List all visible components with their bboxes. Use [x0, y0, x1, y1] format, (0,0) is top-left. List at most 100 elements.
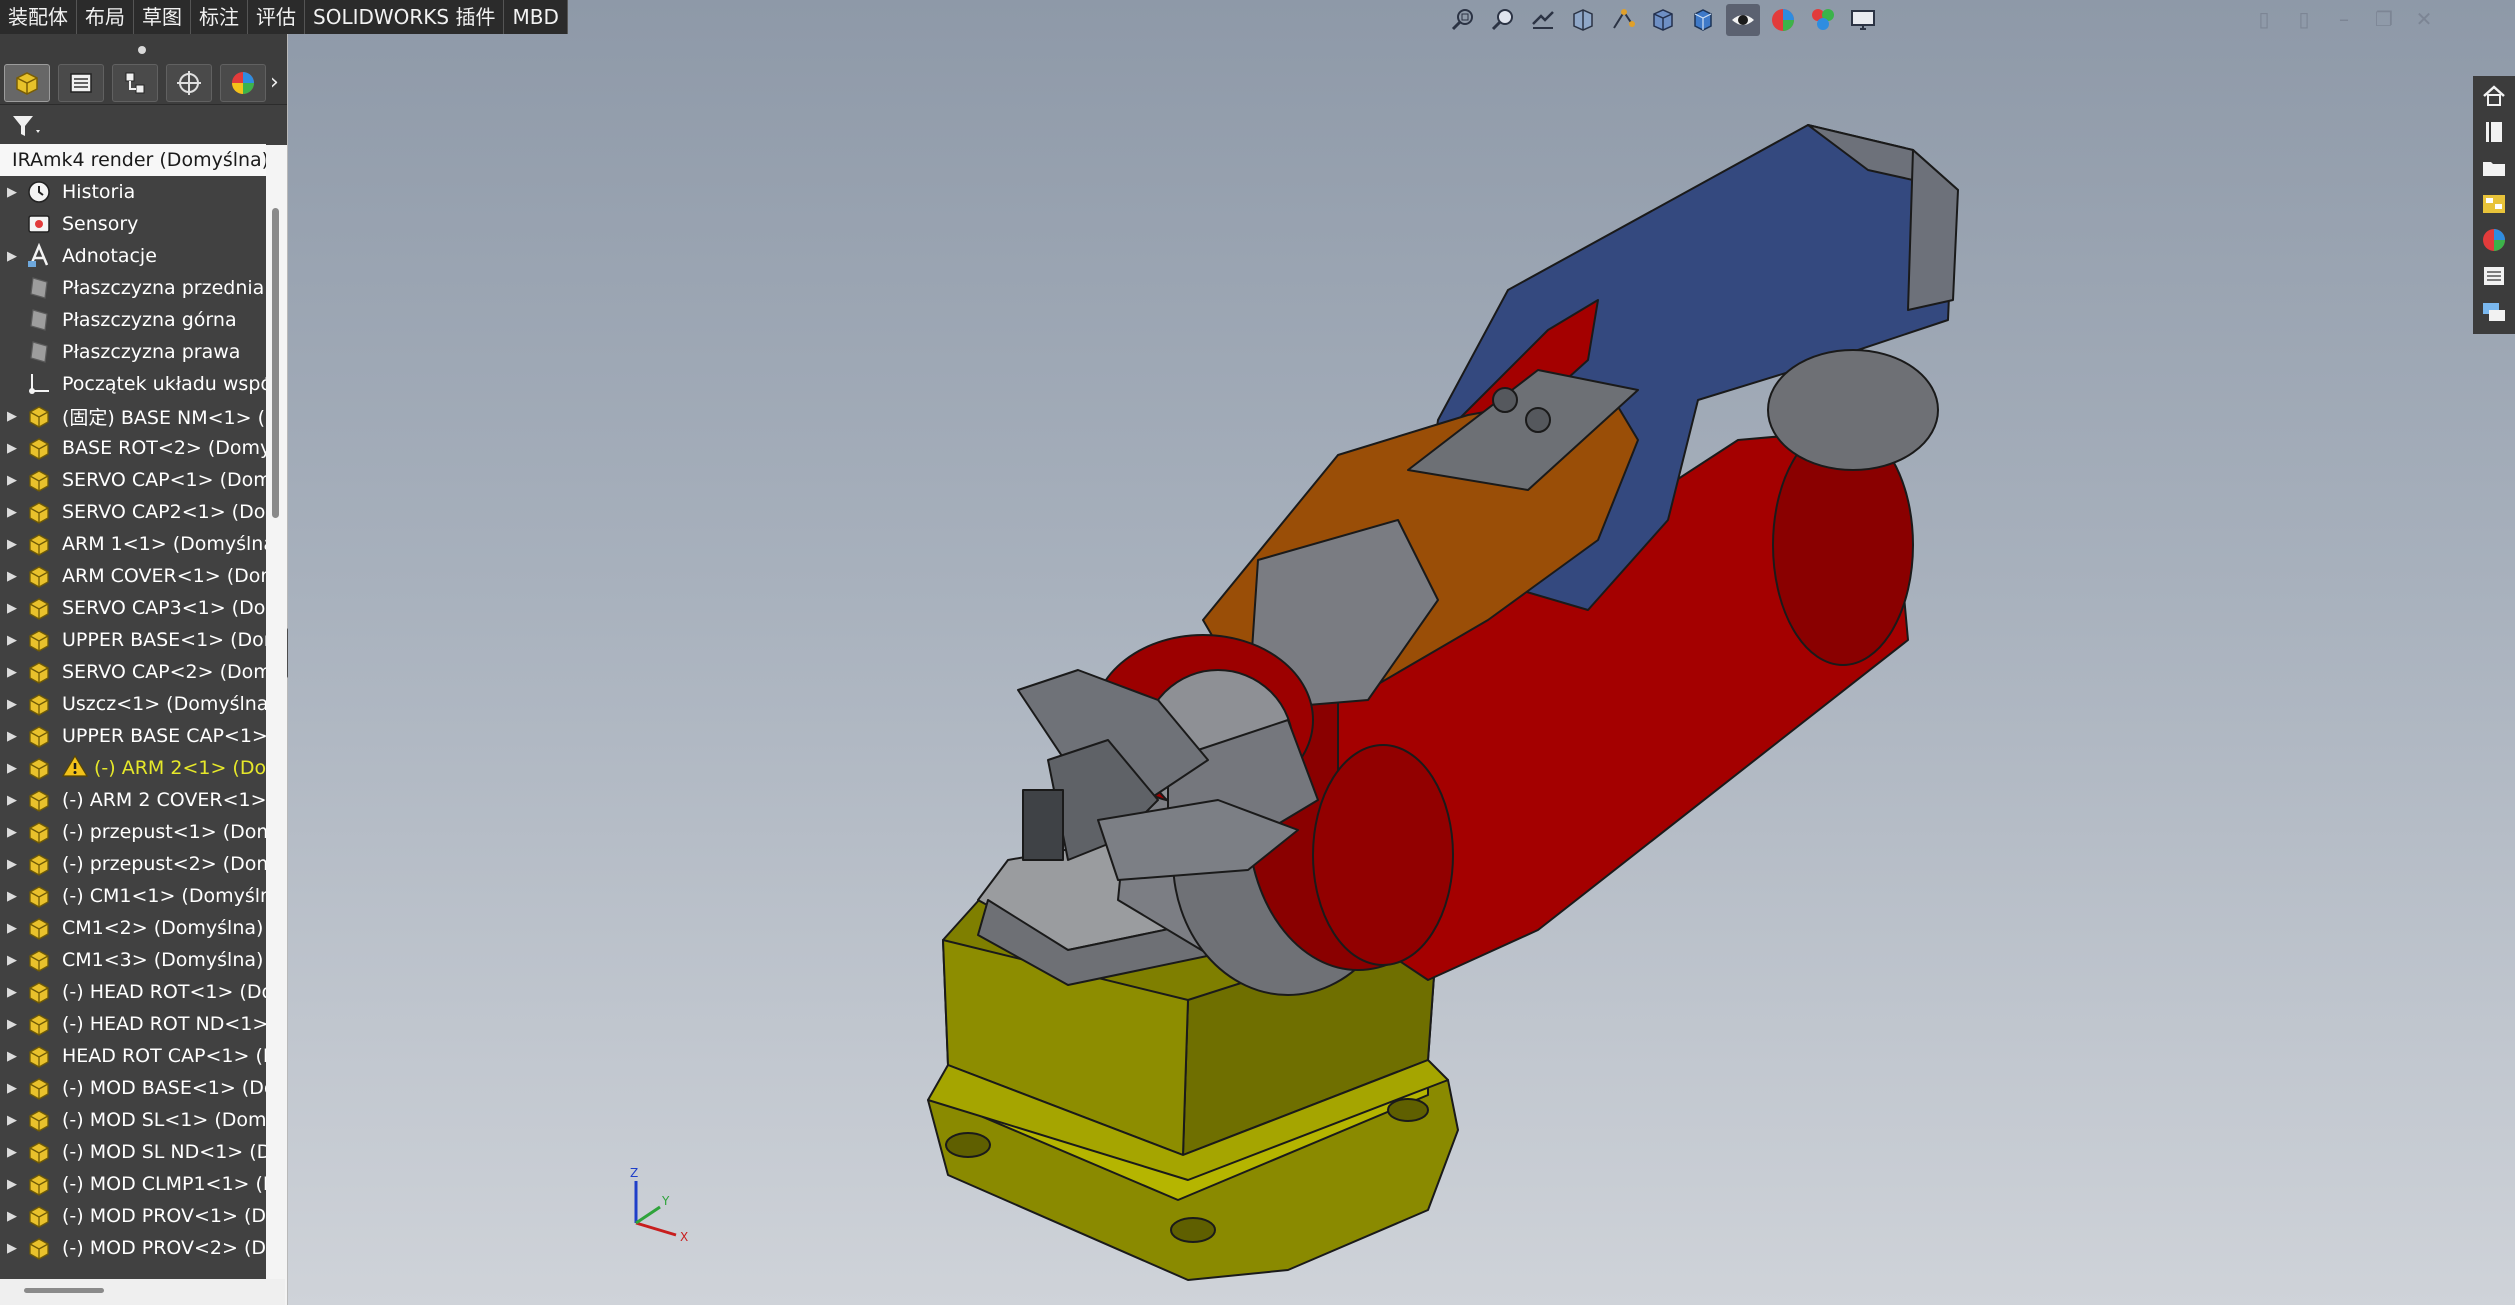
tree-item-label: CM1<3> (Domyślna): [62, 949, 264, 971]
expand-arrow-icon[interactable]: ▶: [0, 1209, 24, 1224]
part-icon: [24, 595, 54, 621]
tree-item[interactable]: ▶ UPPER BASE<1> (Domyślna): [0, 624, 266, 656]
expand-arrow-icon[interactable]: ▶: [0, 793, 24, 808]
expand-arrow-icon[interactable]: ▶: [0, 729, 24, 744]
part-icon: [24, 1043, 54, 1069]
tree-item[interactable]: ▶ (-) MOD PROV<2> (Domyślna): [0, 1232, 266, 1264]
expand-arrow-icon[interactable]: ▶: [0, 441, 24, 456]
tree-item[interactable]: ▶ (-) ARM 2 COVER<1> (Domyślna): [0, 784, 266, 816]
tree-item-label: Płaszczyzna górna: [62, 309, 237, 331]
triad-z-label: Z: [630, 1166, 638, 1180]
expand-arrow-icon[interactable]: ▶: [0, 953, 24, 968]
tree-item-label: SERVO CAP3<1> (Domyślna): [62, 597, 266, 619]
tree-item[interactable]: Początek układu współrzędnych: [0, 368, 266, 400]
tree-item[interactable]: ▶ (-) przepust<2> (Domyślna): [0, 848, 266, 880]
expand-arrow-icon[interactable]: ▶: [0, 569, 24, 584]
tab-layout[interactable]: 布局: [77, 0, 134, 34]
tree-item[interactable]: ▶ (-) CM1<1> (Domyślna): [0, 880, 266, 912]
dimxpert-icon: [177, 71, 201, 95]
tab-addins[interactable]: SOLIDWORKS 插件: [305, 0, 505, 34]
tree-item[interactable]: Płaszczyzna prawa: [0, 336, 266, 368]
tab-property-manager[interactable]: [58, 64, 104, 102]
tree-item-label: (-) MOD SL ND<1> (Domyślna): [62, 1141, 266, 1163]
tab-assembly[interactable]: 装配体: [0, 0, 77, 34]
expand-arrow-icon[interactable]: ▶: [0, 665, 24, 680]
expand-arrow-icon[interactable]: ▶: [0, 697, 24, 712]
tree-item[interactable]: ▶ (-) MOD BASE<1> (Domyślna): [0, 1072, 266, 1104]
expand-arrow-icon[interactable]: ▶: [0, 889, 24, 904]
expand-arrow-icon[interactable]: ▶: [0, 537, 24, 552]
expand-arrow-icon[interactable]: ▶: [0, 921, 24, 936]
tree-item-label: (-) przepust<1> (Domyślna): [62, 821, 266, 843]
expand-arrow-icon[interactable]: ▶: [0, 409, 24, 424]
graphics-viewport[interactable]: ▯ ▯ – ❐ ✕ Z Y X: [288, 0, 2515, 1305]
tab-feature-manager[interactable]: [4, 64, 50, 102]
tree-item[interactable]: Płaszczyzna górna: [0, 304, 266, 336]
expand-arrow-icon[interactable]: ▶: [0, 633, 24, 648]
part-icon: [24, 403, 54, 429]
expand-arrow-icon[interactable]: ▶: [0, 185, 24, 200]
tree-item[interactable]: ▶ CM1<3> (Domyślna): [0, 944, 266, 976]
tree-root-label: IRAmk4 render (Domyślna): [12, 149, 266, 171]
tree-item[interactable]: ▶ CM1<2> (Domyślna): [0, 912, 266, 944]
plane-icon: [24, 307, 54, 333]
panel-grip-icon[interactable]: [138, 46, 146, 54]
vertical-scroll-thumb[interactable]: [272, 208, 279, 518]
expand-arrow-icon[interactable]: ▶: [0, 825, 24, 840]
tree-root-assembly[interactable]: IRAmk4 render (Domyślna): [0, 144, 266, 176]
warning-icon: [61, 754, 94, 783]
tree-item[interactable]: ▶ (-) MOD CLMP1<1> (Domyślna): [0, 1168, 266, 1200]
tree-item[interactable]: ▶ (-) MOD SL<1> (Domyślna): [0, 1104, 266, 1136]
tree-item[interactable]: ▶ Adnotacje: [0, 240, 266, 272]
tree-item[interactable]: ▶ ARM 1<1> (Domyślna): [0, 528, 266, 560]
panel-header: ›: [0, 34, 287, 104]
robot-arm-model[interactable]: [288, 0, 2515, 1305]
panel-more-chevron-icon[interactable]: ›: [270, 70, 284, 96]
tab-display-manager[interactable]: [220, 64, 266, 102]
tree-item[interactable]: ▶ (-) MOD PROV<1> (Domyślna): [0, 1200, 266, 1232]
tab-dimxpert-manager[interactable]: [166, 64, 212, 102]
tab-configuration-manager[interactable]: [112, 64, 158, 102]
tree-item[interactable]: ▶ (固定) BASE NM<1> (Domyślna): [0, 400, 266, 432]
expand-arrow-icon[interactable]: ▶: [0, 505, 24, 520]
tree-item[interactable]: ▶ BASE ROT<2> (Domyślna): [0, 432, 266, 464]
tree-item[interactable]: ▶ Historia: [0, 176, 266, 208]
tree-item[interactable]: ▶ ARM COVER<1> (Domyślna): [0, 560, 266, 592]
tree-item[interactable]: ▶ SERVO CAP3<1> (Domyślna): [0, 592, 266, 624]
expand-arrow-icon[interactable]: ▶: [0, 1113, 24, 1128]
tree-item[interactable]: ▶ (-) przepust<1> (Domyślna): [0, 816, 266, 848]
tab-markup[interactable]: 标注: [191, 0, 248, 34]
tree-vertical-scrollbar[interactable]: [269, 202, 283, 1282]
tree-item[interactable]: ▶ (-) HEAD ROT ND<1> (Domyślna): [0, 1008, 266, 1040]
horizontal-scroll-thumb[interactable]: [24, 1288, 104, 1293]
expand-arrow-icon[interactable]: ▶: [0, 1145, 24, 1160]
expand-arrow-icon[interactable]: ▶: [0, 249, 24, 264]
expand-arrow-icon[interactable]: ▶: [0, 1081, 24, 1096]
tab-evaluate[interactable]: 评估: [248, 0, 305, 34]
tree-item[interactable]: ▶ SERVO CAP<2> (Domyślna): [0, 656, 266, 688]
expand-arrow-icon[interactable]: ▶: [0, 761, 24, 776]
expand-arrow-icon[interactable]: ▶: [0, 1017, 24, 1032]
tree-item[interactable]: Sensory: [0, 208, 266, 240]
filter-icon[interactable]: [10, 112, 44, 140]
tree-item[interactable]: ▶ Uszcz<1> (Domyślna): [0, 688, 266, 720]
tree-item[interactable]: ▶ (-) HEAD ROT<1> (Domyślna): [0, 976, 266, 1008]
expand-arrow-icon[interactable]: ▶: [0, 1177, 24, 1192]
tree-item[interactable]: ▶ HEAD ROT CAP<1> (Domyślna): [0, 1040, 266, 1072]
tree-horizontal-scrollbar[interactable]: [0, 1279, 285, 1305]
expand-arrow-icon[interactable]: ▶: [0, 1049, 24, 1064]
expand-arrow-icon[interactable]: ▶: [0, 1241, 24, 1256]
tree-item-label: Uszcz<1> (Domyślna): [62, 693, 266, 715]
tree-item[interactable]: ▶ (-) ARM 2<1> (Domyślna): [0, 752, 266, 784]
expand-arrow-icon[interactable]: ▶: [0, 601, 24, 616]
expand-arrow-icon[interactable]: ▶: [0, 985, 24, 1000]
tab-sketch[interactable]: 草图: [134, 0, 191, 34]
expand-arrow-icon[interactable]: ▶: [0, 857, 24, 872]
tree-item[interactable]: ▶ (-) MOD SL ND<1> (Domyślna): [0, 1136, 266, 1168]
expand-arrow-icon[interactable]: ▶: [0, 473, 24, 488]
tree-item[interactable]: ▶ SERVO CAP<1> (Domyślna): [0, 464, 266, 496]
tree-item[interactable]: ▶ UPPER BASE CAP<1> (Domyślna): [0, 720, 266, 752]
tree-item[interactable]: ▶ SERVO CAP2<1> (Domyślna): [0, 496, 266, 528]
tree-item[interactable]: Płaszczyzna przednia: [0, 272, 266, 304]
tab-mbd[interactable]: MBD: [504, 0, 568, 34]
